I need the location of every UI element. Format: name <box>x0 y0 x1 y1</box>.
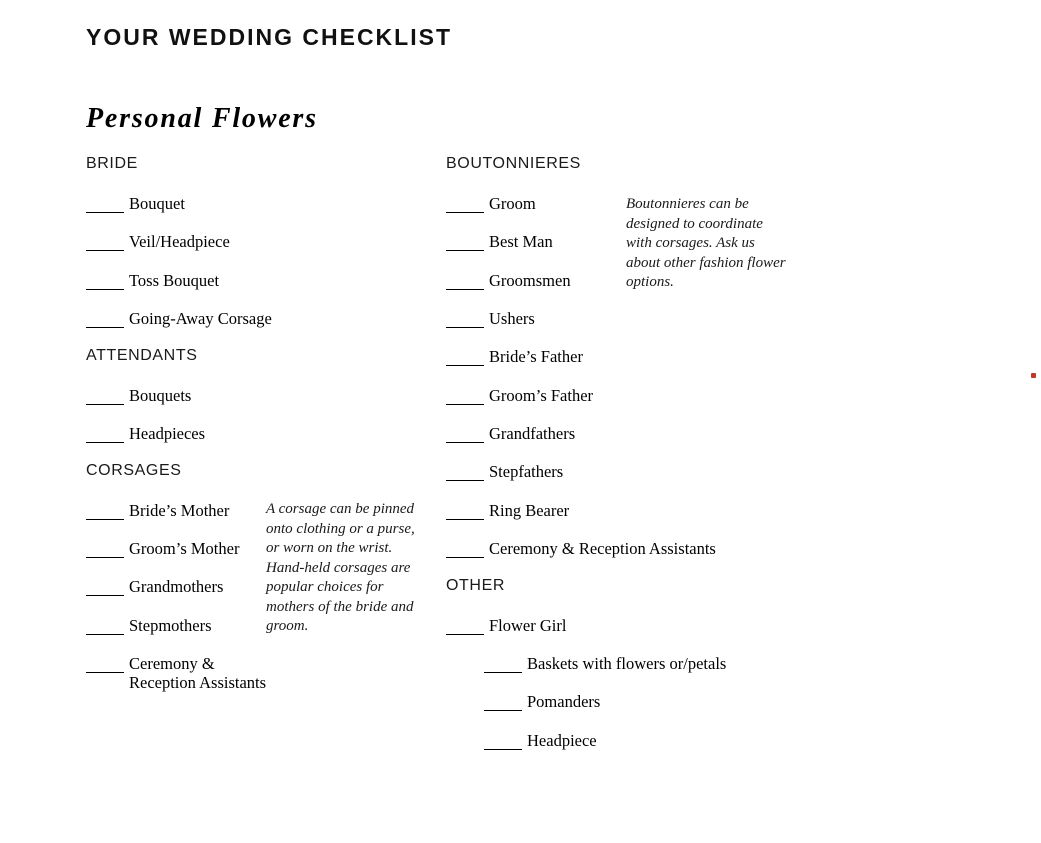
checklist-item-going-away-corsage[interactable]: Going-Away Corsage <box>86 309 272 328</box>
checklist-item-grooms-father[interactable]: Groom’s Father <box>446 386 593 405</box>
checklist-item-grandfathers[interactable]: Grandfathers <box>446 424 575 443</box>
checklist-item-label: Grandmothers <box>129 577 224 596</box>
checkbox-blank-line[interactable] <box>86 657 124 673</box>
checklist-item-best-man[interactable]: Best Man <box>446 232 553 251</box>
checklist-item-ceremony-and-reception-assistants[interactable]: Ceremony & Reception Assistants <box>446 539 716 558</box>
checkbox-blank-line[interactable] <box>484 695 522 711</box>
checkbox-blank-line[interactable] <box>446 619 484 635</box>
checklist-item-label: Baskets with flowers or/petals <box>527 654 727 673</box>
checkbox-blank-line[interactable] <box>86 542 124 558</box>
checklist-item-label: Ushers <box>489 309 535 328</box>
checklist-item-label: Stepfathers <box>489 462 564 481</box>
checkbox-blank-line[interactable] <box>86 389 124 405</box>
checklist-item-label: Groom’s Mother <box>129 539 240 558</box>
checklist-item-grandmothers[interactable]: Grandmothers <box>86 577 223 596</box>
checklist-item-label: Toss Bouquet <box>129 271 220 290</box>
checkbox-blank-line[interactable] <box>446 350 484 366</box>
checklist-item-label: Flower Girl <box>489 616 567 635</box>
checklist-item-label: Groomsmen <box>489 271 571 290</box>
group-heading-boutonnieres: BOUTONNIERES <box>446 155 581 172</box>
checklist-item-flower-girl[interactable]: Flower Girl <box>446 616 566 635</box>
group-heading-attendants: ATTENDANTS <box>86 347 198 364</box>
checklist-item-label: Headpiece <box>527 731 597 750</box>
checklist-item-brides-mother[interactable]: Bride’s Mother <box>86 501 229 520</box>
checkbox-blank-line[interactable] <box>446 312 484 328</box>
checkbox-blank-line[interactable] <box>446 504 484 520</box>
checkbox-blank-line[interactable] <box>446 465 484 481</box>
section-title: Personal Flowers <box>86 103 318 134</box>
checklist-item-label: Veil/Headpiece <box>129 232 230 251</box>
checklist-item-ring-bearer[interactable]: Ring Bearer <box>446 501 569 520</box>
checklist-item-toss-bouquet[interactable]: Toss Bouquet <box>86 271 219 290</box>
checkbox-blank-line[interactable] <box>446 197 484 213</box>
checklist-item-pomanders[interactable]: Pomanders <box>484 692 600 711</box>
checklist-item-headpieces[interactable]: Headpieces <box>86 424 205 443</box>
checklist-item-label: Bouquet <box>129 194 185 213</box>
checkbox-blank-line[interactable] <box>86 235 124 251</box>
checkbox-blank-line[interactable] <box>446 389 484 405</box>
checklist-item-grooms-mother[interactable]: Groom’s Mother <box>86 539 239 558</box>
checklist-item-brides-father[interactable]: Bride’s Father <box>446 347 583 366</box>
checkbox-blank-line[interactable] <box>86 580 124 596</box>
boutonniere-note: Boutonnieres can be designed to coordina… <box>626 196 786 290</box>
group-heading-corsages: CORSAGES <box>86 462 182 479</box>
checkbox-blank-line[interactable] <box>446 274 484 290</box>
group-heading-other: OTHER <box>446 577 505 594</box>
checklist-item-bouquets[interactable]: Bouquets <box>86 386 191 405</box>
red-dot-artifact <box>1031 373 1036 378</box>
checklist-item-stepfathers[interactable]: Stepfathers <box>446 462 563 481</box>
page-title: YOUR WEDDING CHECKLIST <box>86 24 452 50</box>
checklist-item-label: Ceremony & Reception Assistants <box>129 654 267 692</box>
checklist-item-stepmothers[interactable]: Stepmothers <box>86 616 212 635</box>
checkbox-blank-line[interactable] <box>86 504 124 520</box>
checklist-item-label: Bouquets <box>129 386 192 405</box>
checkbox-blank-line[interactable] <box>86 312 124 328</box>
checkbox-blank-line[interactable] <box>446 427 484 443</box>
checklist-item-bouquet[interactable]: Bouquet <box>86 194 185 213</box>
checklist-item-baskets-with-flowers-or-petals[interactable]: Baskets with flowers or/petals <box>484 654 726 673</box>
checklist-item-label: Groom <box>489 194 536 213</box>
checklist-item-label: Best Man <box>489 232 553 251</box>
checkbox-blank-line[interactable] <box>86 274 124 290</box>
checklist-item-groomsmen[interactable]: Groomsmen <box>446 271 571 290</box>
checklist-item-headpiece[interactable]: Headpiece <box>484 731 597 750</box>
checkbox-blank-line[interactable] <box>86 619 124 635</box>
checklist-item-label: Stepmothers <box>129 616 212 635</box>
corsage-note: A corsage can be pinned onto clothing or… <box>266 501 415 634</box>
checkbox-blank-line[interactable] <box>446 542 484 558</box>
checkbox-blank-line[interactable] <box>484 734 522 750</box>
checklist-item-label: Pomanders <box>527 692 601 711</box>
checklist-item-label: Headpieces <box>129 424 206 443</box>
checklist-item-groom[interactable]: Groom <box>446 194 536 213</box>
checklist-item-label: Bride’s Mother <box>129 501 230 520</box>
checkbox-blank-line[interactable] <box>86 197 124 213</box>
checkbox-blank-line[interactable] <box>446 235 484 251</box>
checklist-item-ceremony-and-reception-assistants[interactable]: Ceremony & Reception Assistants <box>86 654 266 692</box>
group-heading-bride: BRIDE <box>86 155 138 172</box>
document-page: YOUR WEDDING CHECKLIST Personal Flowers … <box>0 0 1041 843</box>
checklist-item-label: Ring Bearer <box>489 501 570 520</box>
checklist-item-label: Groom’s Father <box>489 386 594 405</box>
checklist-item-label: Grandfathers <box>489 424 576 443</box>
checklist-item-label: Ceremony & Reception Assistants <box>489 539 716 558</box>
checklist-item-ushers[interactable]: Ushers <box>446 309 535 328</box>
checklist-item-veil-headpiece[interactable]: Veil/Headpiece <box>86 232 230 251</box>
checkbox-blank-line[interactable] <box>86 427 124 443</box>
checklist-item-label: Bride’s Father <box>489 347 583 366</box>
checklist-item-label: Going-Away Corsage <box>129 309 272 328</box>
checkbox-blank-line[interactable] <box>484 657 522 673</box>
